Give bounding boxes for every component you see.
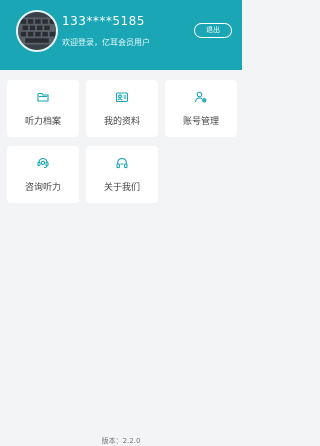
menu-card-label: 关于我们 [103,183,140,193]
menu-card-account-management[interactable]: 账号管理 [165,80,237,137]
welcome-text: 欢迎登录，亿耳会员用户 [62,38,150,47]
menu-card-about-us[interactable]: 关于我们 [86,146,158,203]
profile-header: 133****5185 欢迎登录，亿耳会员用户 退出 [0,0,242,70]
menu-card-label: 听力档案 [24,117,61,127]
menu-card-label: 账号管理 [182,117,219,127]
phone-number: 133****5185 [62,14,145,28]
profile-card-icon [115,90,129,104]
user-settings-icon [194,90,208,104]
headset-support-icon [36,156,50,170]
logout-button[interactable]: 退出 [194,23,232,38]
avatar[interactable] [16,10,58,52]
menu-card-hearing-records[interactable]: 听力档案 [7,80,79,137]
menu-card-hearing-consult[interactable]: 咨询听力 [7,146,79,203]
menu-card-label: 我的资料 [103,117,140,127]
version-text: 版本：2.2.0 [101,437,141,445]
avatar-keyboard-image [18,12,56,50]
menu-card-my-profile[interactable]: 我的资料 [86,80,158,137]
menu-card-label: 咨询听力 [24,183,61,193]
folder-icon [36,90,50,104]
headphones-icon [115,156,129,170]
